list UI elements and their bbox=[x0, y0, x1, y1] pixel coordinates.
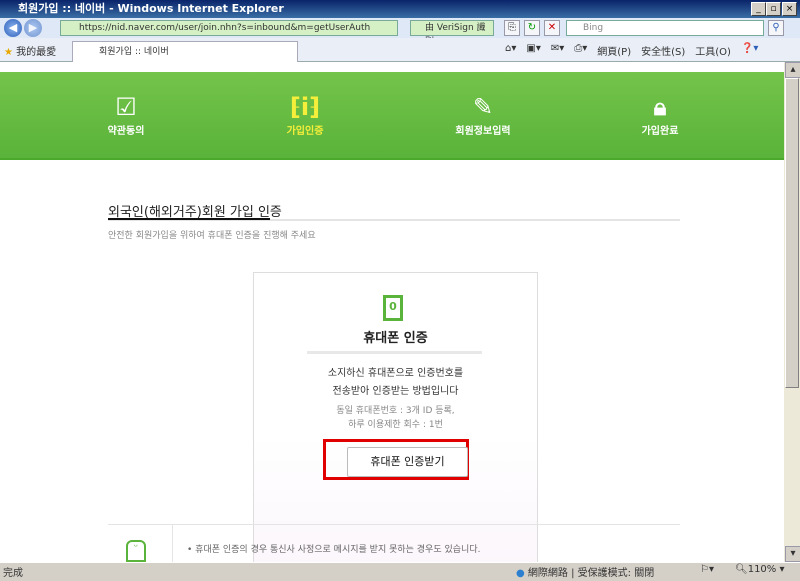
window-title: 회원가입 :: 네이버 - Windows Internet Explorer bbox=[0, 0, 800, 18]
desc-line: 전송받아 인증받는 방법입니다 bbox=[332, 386, 459, 397]
checkbox-icon: ☑ bbox=[115, 93, 137, 121]
mascot-icon: ᵕ bbox=[126, 540, 146, 562]
step-label: 가입인증 bbox=[286, 126, 324, 137]
search-icon[interactable]: ⚲ bbox=[768, 20, 784, 36]
step-label: 회원정보입력 bbox=[455, 126, 511, 137]
step-terms: ☑ 약관동의 bbox=[66, 92, 186, 137]
scroll-down-button[interactable]: ▾ bbox=[785, 546, 800, 562]
help-icon[interactable]: ❓▾ bbox=[741, 43, 758, 58]
page-subtitle: 안전한 회원가입을 위하여 휴대폰 인증을 진행해 주세요 bbox=[108, 231, 316, 241]
favorites-label: 我的最愛 bbox=[16, 47, 57, 58]
minimize-button[interactable]: _ bbox=[751, 2, 766, 16]
note-line: 하루 이용제한 회수 : 1번 bbox=[348, 420, 443, 430]
security-zone[interactable]: ● 網際網路 | 受保護模式: 關閉 bbox=[516, 564, 654, 579]
desc-line: 소지하신 휴대폰으로 인증번호를 bbox=[327, 368, 464, 379]
compat-icon[interactable]: ⎘ bbox=[504, 20, 520, 36]
notice-vline bbox=[172, 524, 173, 562]
star-icon: ★ bbox=[4, 47, 13, 58]
stop-icon[interactable]: ✕ bbox=[544, 20, 560, 36]
card-description: 소지하신 휴대폰으로 인증번호를전송받아 인증받는 방법입니다 bbox=[253, 365, 538, 401]
heading-underline bbox=[108, 218, 270, 220]
menu-page[interactable]: 網頁(P) bbox=[597, 43, 631, 58]
page-content: ☑ 약관동의 ⁅i⁆ 가입인증 ✎ 회원정보입력 🔒︎ 가입완료 외국인(해외거주)회원… bbox=[0, 62, 784, 562]
status-bar bbox=[0, 562, 800, 581]
back-button[interactable]: ◀ bbox=[4, 19, 22, 37]
lock-icon: 🔒︎ bbox=[653, 93, 667, 121]
popup-icon[interactable]: ⚐▾ bbox=[700, 564, 714, 575]
maximize-button[interactable]: ▫ bbox=[766, 2, 781, 16]
step-info: ✎ 회원정보입력 bbox=[423, 92, 543, 137]
notice-divider bbox=[108, 524, 680, 525]
refresh-icon[interactable]: ↻ bbox=[524, 20, 540, 36]
phone-icon: 0 bbox=[383, 295, 403, 321]
security-certificate[interactable]: 由 VeriSign 識別 bbox=[410, 20, 494, 47]
scroll-thumb[interactable] bbox=[785, 78, 799, 388]
zone-label: 網際網路 | 受保護模式: 關閉 bbox=[527, 568, 655, 579]
pencil-icon: ✎ bbox=[472, 93, 494, 121]
notice-text: 휴대폰 인증의 경우 통신사 사정으로 메시지를 받지 못하는 경우도 있습니다… bbox=[195, 545, 481, 555]
step-complete: 🔒︎ 가입완료 bbox=[600, 92, 720, 137]
scroll-up-button[interactable]: ▴ bbox=[785, 62, 800, 78]
menu-tools[interactable]: 工具(O) bbox=[695, 43, 731, 58]
phone-auth-button[interactable]: 휴대폰 인증받기 bbox=[347, 447, 468, 477]
search-input[interactable]: Bing bbox=[566, 20, 764, 36]
step-label: 가입완료 bbox=[641, 126, 679, 137]
forward-button[interactable]: ▶ bbox=[24, 19, 42, 37]
home-icon[interactable]: ⌂▾ bbox=[505, 43, 516, 58]
close-button[interactable]: × bbox=[782, 2, 797, 16]
browser-tab[interactable]: 회원가입 :: 네이버 bbox=[72, 41, 298, 62]
step-label: 약관동의 bbox=[107, 126, 145, 137]
step-auth: ⁅i⁆ 가입인증 bbox=[245, 92, 365, 137]
zoom-control[interactable]: 🔍︎110% ▾ bbox=[735, 564, 785, 575]
notice-item: • 휴대폰 인증의 경우 통신사 사정으로 메시지를 받지 못하는 경우도 있습… bbox=[187, 545, 481, 555]
note-line: 동일 휴대폰번호 : 3개 ID 등록, bbox=[336, 406, 455, 416]
card-divider bbox=[307, 351, 482, 354]
card-note: 동일 휴대폰번호 : 3개 ID 등록, 하루 이용제한 회수 : 1번 bbox=[253, 404, 538, 432]
globe-icon: ● bbox=[516, 568, 525, 579]
card-title: 휴대폰 인증 bbox=[363, 331, 428, 346]
status-text: 完成 bbox=[3, 568, 23, 579]
feeds-icon[interactable]: ▣▾ bbox=[526, 43, 540, 58]
menu-safety[interactable]: 安全性(S) bbox=[641, 43, 685, 58]
zoom-level: 110% bbox=[747, 564, 777, 575]
favorites-button[interactable]: ★ 我的最愛 bbox=[4, 43, 56, 58]
scan-icon: ⁅i⁆ bbox=[289, 93, 321, 121]
mail-icon[interactable]: ✉▾ bbox=[551, 43, 564, 58]
command-bar: ⌂▾ ▣▾ ✉▾ ⎙▾ 網頁(P) 安全性(S) 工具(O) ❓▾ bbox=[505, 43, 758, 58]
address-input[interactable]: https://nid.naver.com/user/join.nhn?s=in… bbox=[60, 20, 398, 36]
print-icon[interactable]: ⎙▾ bbox=[574, 43, 587, 58]
